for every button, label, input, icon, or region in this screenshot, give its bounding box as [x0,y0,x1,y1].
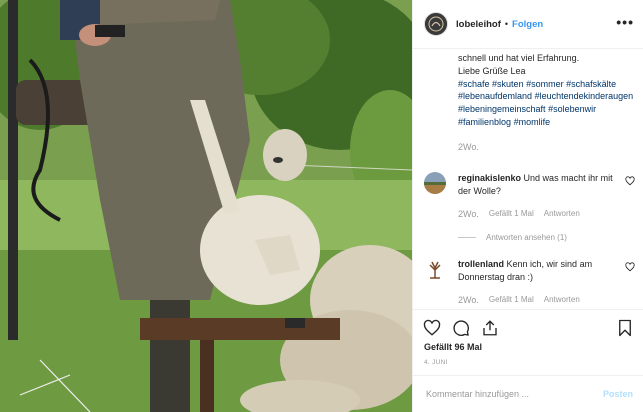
hashtag-link[interactable]: #momlife [514,117,551,127]
comment-text: reginakislenko Und was macht ihr mit der… [458,172,618,198]
post-sidebar: lobeleihof • Folgen ••• schnell und hat … [412,0,643,412]
caption-line: Liebe Grüße Lea [458,65,526,76]
post-header: lobeleihof • Folgen ••• [413,0,643,49]
post-comment-button[interactable]: Posten [603,389,633,399]
post-caption: schnell und hat viel Erfahrung. Liebe Gr… [458,52,638,154]
comment-likes[interactable]: Gefällt 1 Mal [489,209,534,219]
header-separator: • [504,19,509,29]
author-avatar[interactable] [424,12,448,36]
avatar-logo-icon [425,13,447,35]
author-username[interactable]: lobeleihof [456,19,501,30]
caption-line: schnell und hat viel Erfahrung. [458,53,580,63]
reply-button[interactable]: Antworten [544,295,580,305]
caption-timestamp[interactable]: 2Wo. [458,141,638,154]
hashtag-link[interactable]: #sommer [526,79,564,89]
more-icon[interactable]: ••• [616,15,634,29]
likes-count[interactable]: Gefällt 96 Mal [424,342,482,352]
comment-like-heart-icon[interactable] [625,176,635,186]
comment-text: trollenland Kenn ich, wir sind am Donner… [458,258,618,284]
hashtag-link[interactable]: #leuchtendekinderaugen [535,91,634,101]
instagram-post: lobeleihof • Folgen ••• schnell und hat … [0,0,643,412]
avatar-image-icon [424,172,446,194]
comment-icon[interactable] [452,319,470,337]
hashtag-link[interactable]: #schafskälte [566,79,616,89]
add-comment-bar: Posten [413,375,643,412]
action-icons [423,319,499,337]
replies-divider [458,237,476,238]
comment-meta: 2Wo. Gefällt 1 Mal Antworten [458,295,639,305]
heart-icon[interactable] [423,319,441,337]
hashtag-link[interactable]: #solebenwir [548,104,596,114]
view-replies-label: Antworten ansehen (1) [486,233,567,242]
hashtag-link[interactable]: #schafe [458,79,490,89]
comment-timestamp[interactable]: 2Wo. [458,209,479,219]
tree-logo-icon [424,258,446,280]
bookmark-icon[interactable] [617,319,633,337]
post-actions: Gefällt 96 Mal 4. JUNI [413,309,643,376]
post-date[interactable]: 4. JUNI [424,359,448,366]
sheep-shearing-photo [0,0,412,412]
hashtag-link[interactable]: #familienblog [458,117,511,127]
commenter-avatar[interactable] [424,258,446,280]
comment-item: trollenland Kenn ich, wir sind am Donner… [424,258,639,305]
comment-timestamp[interactable]: 2Wo. [458,295,479,305]
comment-likes[interactable]: Gefällt 1 Mal [489,295,534,305]
comment-item: reginakislenko Und was macht ihr mit der… [424,172,639,219]
comment-input[interactable] [424,388,588,400]
hashtag-link[interactable]: #skuten [492,79,524,89]
hashtag-link[interactable]: #lebenaufdemland [458,91,532,101]
comment-username[interactable]: trollenland [458,259,504,269]
comment-username[interactable]: reginakislenko [458,173,521,183]
follow-button[interactable]: Folgen [512,19,543,30]
share-icon[interactable] [481,319,499,337]
view-replies-button[interactable]: Antworten ansehen (1) [458,233,567,242]
hashtag-link[interactable]: #lebeningemeinschaft [458,104,546,114]
reply-button[interactable]: Antworten [544,209,580,219]
comment-meta: 2Wo. Gefällt 1 Mal Antworten [458,209,639,219]
post-photo[interactable] [0,0,412,412]
hashtag-block: #schafe #skuten #sommer #schafskälte #le… [458,78,638,129]
comment-like-heart-icon[interactable] [625,262,635,272]
commenter-avatar[interactable] [424,172,446,194]
